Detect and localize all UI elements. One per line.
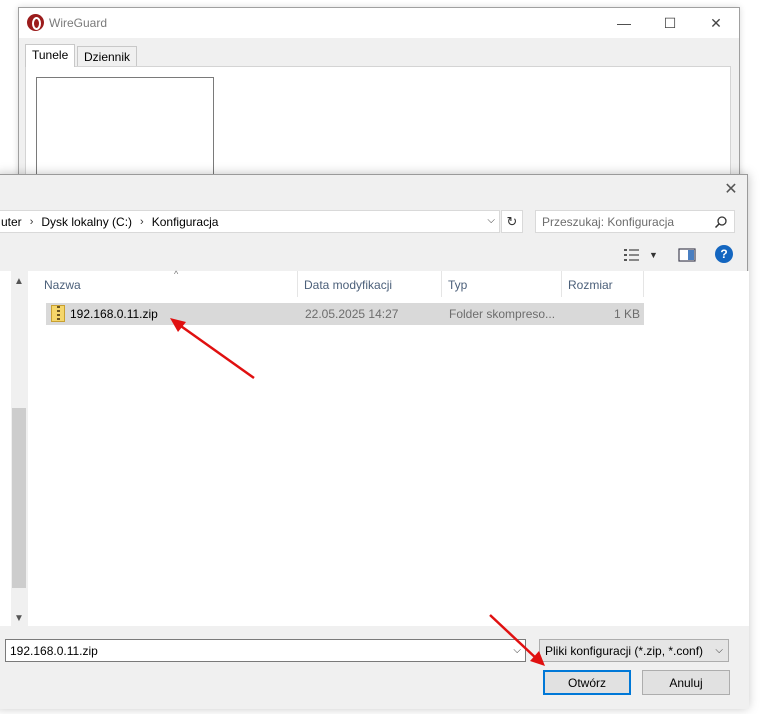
wireguard-titlebar: WireGuard — ☐ ✕ — [19, 8, 739, 38]
chevron-right-icon[interactable]: › — [135, 216, 149, 228]
scroll-down-icon[interactable]: ▼ — [11, 610, 27, 626]
filetype-selected-value: Pliki konfiguracji (*.zip, *.conf) — [545, 644, 704, 658]
details-view-icon — [624, 249, 639, 261]
file-size: 1 KB — [613, 307, 640, 321]
breadcrumb-local-disk[interactable]: Dysk lokalny (C:) — [38, 215, 135, 229]
search-icon[interactable] — [714, 215, 728, 229]
dialog-footer: ⌵ Pliki konfiguracji (*.zip, *.conf) ⌵ O… — [0, 626, 749, 709]
change-view-button[interactable]: ▼ — [623, 245, 659, 265]
wireguard-logo-icon — [27, 14, 44, 31]
file-name: 192.168.0.11.zip — [70, 307, 158, 321]
file-list: ^ Nazwa Data modyfikacji Typ Rozmiar 192… — [28, 269, 749, 626]
help-icon[interactable]: ? — [715, 245, 733, 263]
filename-chevron-down-icon[interactable]: ⌵ — [513, 645, 521, 656]
filetype-select[interactable]: Pliki konfiguracji (*.zip, *.conf) ⌵ — [539, 639, 729, 662]
tab-tunele[interactable]: Tunele — [25, 44, 76, 67]
breadcrumb-konfiguracja[interactable]: Konfiguracja — [149, 215, 222, 229]
scrollbar-thumb[interactable] — [12, 408, 26, 588]
zip-folder-icon — [51, 305, 65, 322]
column-type[interactable]: Typ — [442, 271, 562, 297]
close-window-button[interactable]: ✕ — [693, 8, 739, 38]
dialog-toolbar: ▼ ? — [0, 241, 749, 269]
maximize-button[interactable]: ☐ — [647, 8, 693, 38]
column-name[interactable]: ^ Nazwa — [38, 269, 298, 297]
open-button[interactable]: Otwórz — [543, 670, 631, 695]
tab-dziennik[interactable]: Dziennik — [77, 46, 138, 66]
dialog-close-button[interactable]: ✕ — [719, 181, 743, 199]
search-input[interactable] — [536, 211, 711, 232]
column-size[interactable]: Rozmiar — [562, 271, 644, 297]
table-row[interactable]: 192.168.0.11.zip 22.05.2025 14:27 Folder… — [46, 303, 644, 325]
preview-pane-icon[interactable] — [677, 245, 697, 265]
chevron-right-icon[interactable]: › — [25, 216, 39, 228]
refresh-button[interactable]: ↻ — [501, 210, 523, 233]
file-type: Folder skompreso... — [449, 307, 556, 321]
address-bar[interactable]: uter › Dysk lokalny (C:) › Konfiguracja … — [0, 210, 500, 233]
navigation-pane: ▲ ▼ — [0, 271, 27, 626]
address-history-chevron-down-icon[interactable]: ⌵ — [487, 215, 495, 226]
open-file-dialog: ✕ uter › Dysk lokalny (C:) › Konfiguracj… — [0, 174, 749, 709]
minimize-button[interactable]: — — [601, 8, 647, 38]
sort-ascending-icon: ^ — [174, 269, 179, 279]
refresh-icon: ↻ — [506, 213, 518, 229]
filetype-chevron-down-icon: ⌵ — [715, 645, 723, 656]
cancel-button[interactable]: Anuluj — [642, 670, 730, 695]
file-date: 22.05.2025 14:27 — [305, 307, 399, 321]
wireguard-window: WireGuard — ☐ ✕ Tunele Dziennik — [18, 7, 740, 217]
filename-combobox[interactable]: ⌵ — [5, 639, 526, 662]
scroll-up-icon[interactable]: ▲ — [11, 273, 27, 289]
breadcrumb-computer[interactable]: uter — [0, 215, 25, 229]
column-date-modified[interactable]: Data modyfikacji — [298, 271, 442, 297]
view-dropdown-chevron-down-icon[interactable]: ▼ — [649, 250, 658, 260]
navigation-scrollbar[interactable]: ▲ ▼ — [11, 271, 27, 626]
filename-input[interactable] — [6, 640, 504, 661]
wireguard-title: WireGuard — [49, 16, 108, 30]
search-box[interactable] — [535, 210, 735, 233]
wireguard-panel — [25, 66, 731, 217]
